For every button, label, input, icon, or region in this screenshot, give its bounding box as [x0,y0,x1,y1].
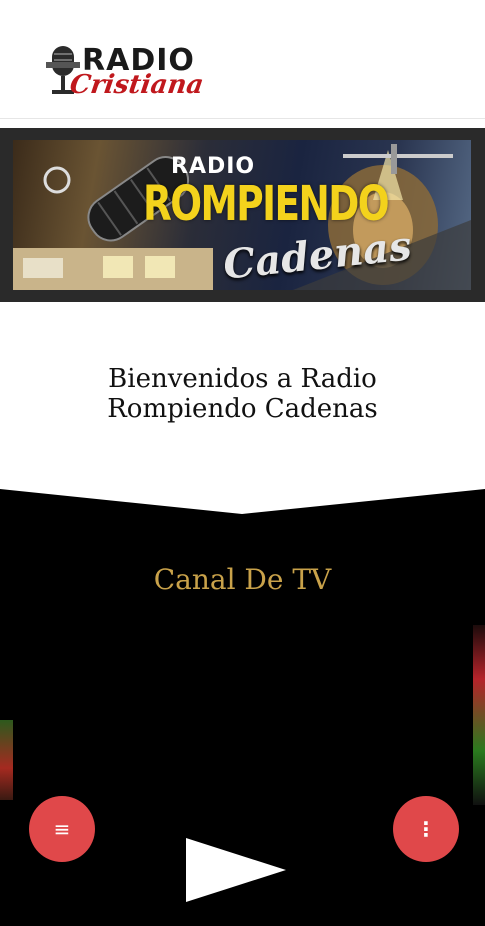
more-options-button[interactable]: ⋮ [393,796,459,862]
welcome-line-2: Rompiendo Cadenas [107,394,378,424]
logo-cristiana-text: Cristiana [67,70,206,100]
banner-rompiendo-text: ROMPIENDO [143,176,390,232]
welcome-line-1: Bienvenidos a Radio [108,364,377,394]
background-image-left [0,720,14,800]
more-vertical-icon: ⋮ [416,817,436,841]
menu-button[interactable]: ≡ [29,796,95,862]
menu-icon: ≡ [53,817,71,841]
radio-cristiana-logo[interactable]: RADIO Cristiana [44,42,214,102]
header-bar: RADIO Cristiana [0,0,485,119]
welcome-heading: Bienvenidos a Radio Rompiendo Cadenas [40,364,445,424]
banner-frame: RADIO ROMPIENDO Cadenas [0,128,485,302]
play-icon[interactable] [186,838,286,902]
radio-rompiendo-cadenas-banner: RADIO ROMPIENDO Cadenas [13,140,471,290]
background-image-right [471,625,485,805]
tv-section-title: Canal De TV [153,563,332,596]
